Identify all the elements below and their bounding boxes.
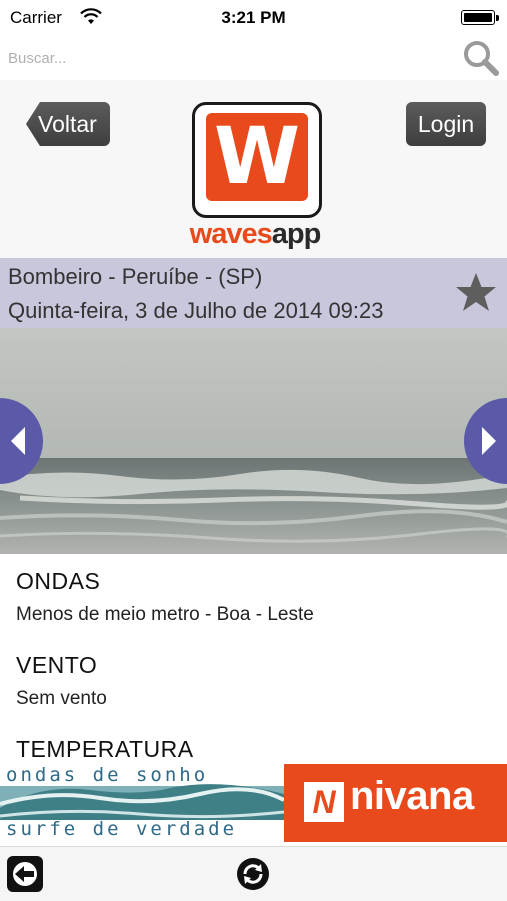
section-title-vento: VENTO: [16, 652, 98, 678]
chevron-right-icon: [482, 427, 496, 455]
chevron-left-icon: [11, 427, 25, 455]
search-icon[interactable]: [461, 38, 501, 78]
search-input[interactable]: [6, 42, 450, 74]
logo-letter: W: [206, 113, 308, 201]
brand-wordmark: wavesapp: [170, 218, 340, 251]
ad-tagline-2: surfe de verdade: [6, 818, 238, 840]
spot-datetime: Quinta-feira, 3 de Julho de 2014 09:23: [8, 298, 384, 323]
battery-tip: [496, 15, 499, 21]
section-title-ondas: ONDAS: [16, 568, 101, 594]
search-bar: [0, 36, 507, 80]
ad-brand-name: nivana: [350, 774, 474, 818]
bottom-toolbar: [0, 846, 507, 901]
login-button[interactable]: Login: [406, 102, 486, 146]
app-header: Voltar W wavesapp Login: [0, 80, 507, 258]
battery-icon: [461, 10, 495, 25]
ad-tagline-1: ondas de sonho: [6, 764, 209, 786]
section-value-ondas: Menos de meio metro - Boa - Leste: [16, 604, 314, 625]
back-button-label: Voltar: [38, 111, 97, 137]
section-value-vento: Sem vento: [16, 688, 107, 709]
nivana-logo-icon: N: [304, 782, 344, 822]
surf-camera-image: [0, 328, 507, 554]
section-title-temperatura: TEMPERATURA: [16, 736, 194, 762]
exit-icon[interactable]: [6, 855, 44, 893]
surf-details: ONDAS Menos de meio metro - Boa - Leste …: [0, 554, 507, 764]
spot-name: Bombeiro - Peruíbe - (SP): [8, 264, 263, 289]
refresh-icon[interactable]: [236, 857, 270, 891]
favorite-star-icon[interactable]: [453, 270, 499, 316]
spot-info-bar: Bombeiro - Peruíbe - (SP) Quinta-feira, …: [0, 258, 507, 328]
ad-banner[interactable]: ondas de sonho surfe de verdade N nivana: [0, 764, 507, 842]
app-logo: W: [192, 102, 322, 218]
brand-app: app: [271, 218, 322, 250]
login-button-label: Login: [417, 111, 475, 137]
back-button[interactable]: Voltar: [26, 102, 110, 146]
ad-brand-panel: N nivana: [284, 764, 507, 842]
ad-wave-image: ondas de sonho surfe de verdade: [0, 764, 284, 842]
status-bar: Carrier 3:21 PM: [0, 0, 507, 36]
brand-waves: waves: [189, 218, 273, 250]
clock: 3:21 PM: [221, 8, 286, 27]
surf-photo: [0, 328, 507, 554]
